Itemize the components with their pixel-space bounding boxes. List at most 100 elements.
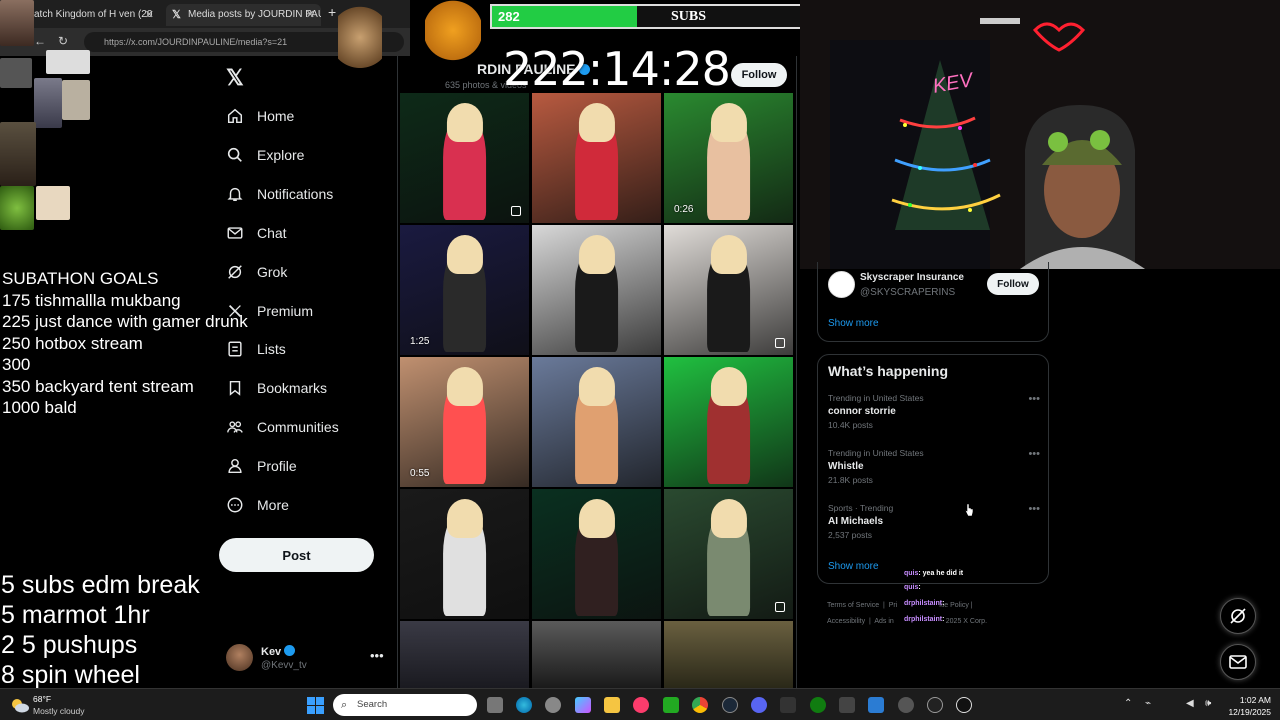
sidebar-item-bookmarks[interactable]: Bookmarks [226, 372, 386, 404]
sidebar-item-more[interactable]: More [226, 489, 386, 521]
xbox-icon[interactable] [810, 697, 826, 713]
edge-icon[interactable] [516, 697, 532, 713]
taskbar-search[interactable]: Search [333, 694, 477, 716]
media-thumbnail[interactable] [532, 621, 661, 688]
media-thumbnail[interactable] [664, 357, 793, 487]
more-icon[interactable]: ••• [370, 648, 384, 663]
new-tab-icon[interactable]: + [328, 4, 336, 20]
media-thumbnail[interactable] [664, 621, 793, 688]
verified-icon [284, 645, 296, 656]
app-icon[interactable] [839, 697, 855, 713]
account-switcher[interactable]: Kev @Kevv_tv ••• [226, 642, 386, 676]
sidebar-item-lists[interactable]: Lists [226, 333, 386, 365]
footer-link[interactable]: Pri [889, 602, 898, 609]
sidebar-item-notifications[interactable]: Notifications [226, 178, 386, 210]
sidebar-item-label: Home [257, 108, 295, 124]
volume-icon[interactable]: ◀ [1186, 698, 1194, 709]
sidebar-item-grok[interactable]: Grok [226, 256, 386, 288]
trend-item[interactable]: Trending in United States Whistle 21.8K … [828, 448, 1040, 485]
discord-icon[interactable] [751, 697, 767, 713]
music-icon[interactable] [633, 697, 649, 713]
close-icon[interactable]: ✕ [306, 4, 315, 26]
follow-button[interactable]: Follow [731, 63, 787, 87]
media-thumbnail[interactable] [664, 225, 793, 355]
trend-name: connor storrie [828, 406, 896, 417]
search-icon: ⌕ [341, 699, 348, 711]
task-view-icon[interactable] [487, 697, 503, 713]
photos-icon[interactable] [868, 697, 884, 713]
app-icon[interactable] [780, 697, 796, 713]
sidebar-item-explore[interactable]: Explore [226, 139, 386, 171]
clock-date[interactable]: 12/19/2025 [1226, 707, 1271, 717]
media-thumbnail[interactable] [400, 621, 529, 688]
app-icon[interactable] [927, 697, 943, 713]
obs-icon[interactable] [898, 697, 914, 713]
photo-subject-head [710, 367, 747, 407]
sidebar-item-communities[interactable]: Communities [226, 411, 386, 443]
footer-link[interactable]: Accessibility [827, 618, 865, 625]
windows-start-icon[interactable] [307, 697, 324, 714]
speaker-icon[interactable]: 🕪 [1205, 698, 1211, 709]
back-icon[interactable]: ← [34, 34, 46, 48]
media-thumbnail[interactable] [532, 357, 661, 487]
sidebar-item-chat[interactable]: Chat [226, 217, 386, 249]
browser-tab-active[interactable]: 𝕏 Media posts by JOURDIN PAULI ✕ [166, 4, 321, 26]
chrome-icon[interactable] [692, 697, 708, 713]
footer-link[interactable]: Ads in [874, 618, 893, 625]
file-explorer-icon[interactable] [604, 697, 620, 713]
footer-link[interactable]: Terms of Service [827, 602, 879, 609]
media-thumbnail[interactable]: 0:55 [400, 357, 529, 487]
follow-button[interactable]: Follow [987, 273, 1039, 295]
weather-temp[interactable]: 68°F [33, 694, 51, 704]
sidebar-item-label: Grok [257, 263, 288, 280]
show-more-link[interactable]: Show more [828, 561, 879, 572]
grok-icon[interactable] [1220, 598, 1256, 634]
chevron-up-icon[interactable]: ⌃ [1124, 698, 1132, 709]
photo-subject-head [710, 235, 747, 275]
show-more-link[interactable]: Show more [828, 318, 879, 329]
weather-desc[interactable]: Mostly cloudy [33, 706, 85, 716]
weather-icon[interactable] [10, 696, 30, 714]
media-thumbnail[interactable] [400, 489, 529, 619]
trend-count: 2,537 posts [828, 530, 872, 540]
unreal-icon[interactable] [956, 697, 972, 713]
media-thumbnail[interactable]: 0:26 [664, 93, 793, 223]
copilot-icon[interactable] [575, 697, 591, 713]
sidebar-item-label: Profile [257, 458, 297, 475]
chat-text: : [918, 584, 921, 591]
more-icon[interactable]: ••• [1028, 503, 1040, 515]
trend-item[interactable]: Trending in United States connor storrie… [828, 393, 1040, 430]
chat-message: drphilstaint: [904, 600, 944, 607]
video-duration: 0:26 [674, 204, 694, 215]
suggested-account-name[interactable]: Skyscraper Insurance [860, 272, 964, 283]
clock-time[interactable]: 1:02 AM [1226, 695, 1271, 705]
media-thumbnail[interactable] [532, 489, 661, 619]
sidebar-item-home[interactable]: Home [226, 100, 386, 132]
trend-item[interactable]: Sports · Trending AI Michaels 2,537 post… [828, 503, 1040, 540]
media-thumbnail[interactable] [664, 489, 793, 619]
search-icon [226, 146, 244, 164]
more-icon[interactable]: ••• [1028, 448, 1040, 460]
sidebar-item-premium[interactable]: Premium [226, 295, 386, 327]
post-button[interactable]: Post [219, 538, 374, 572]
photo-subject-head [578, 499, 615, 539]
reward-line: 8 spin wheel [1, 661, 140, 689]
account-handle: @Kevv_tv [261, 660, 307, 671]
messages-icon[interactable] [1220, 644, 1256, 680]
settings-icon[interactable] [545, 697, 561, 713]
more-icon[interactable]: ••• [1028, 393, 1040, 405]
sidebar-item-profile[interactable]: Profile [226, 450, 386, 482]
sidebar-item-label: Communities [257, 419, 339, 436]
network-icon[interactable]: ⌁ [1145, 698, 1151, 709]
media-thumbnail[interactable] [532, 225, 661, 355]
more-circle-icon [226, 496, 244, 514]
media-thumbnail[interactable] [532, 93, 661, 223]
close-icon[interactable]: ✕ [145, 4, 154, 26]
reload-icon[interactable]: ↻ [58, 34, 68, 48]
emote-image [0, 186, 34, 230]
media-thumbnail[interactable]: 1:25 [400, 225, 529, 355]
steam-icon[interactable] [722, 697, 738, 713]
x-logo-icon[interactable]: 𝕏 [226, 65, 244, 91]
media-thumbnail[interactable] [400, 93, 529, 223]
spreadsheet-icon[interactable] [663, 697, 679, 713]
